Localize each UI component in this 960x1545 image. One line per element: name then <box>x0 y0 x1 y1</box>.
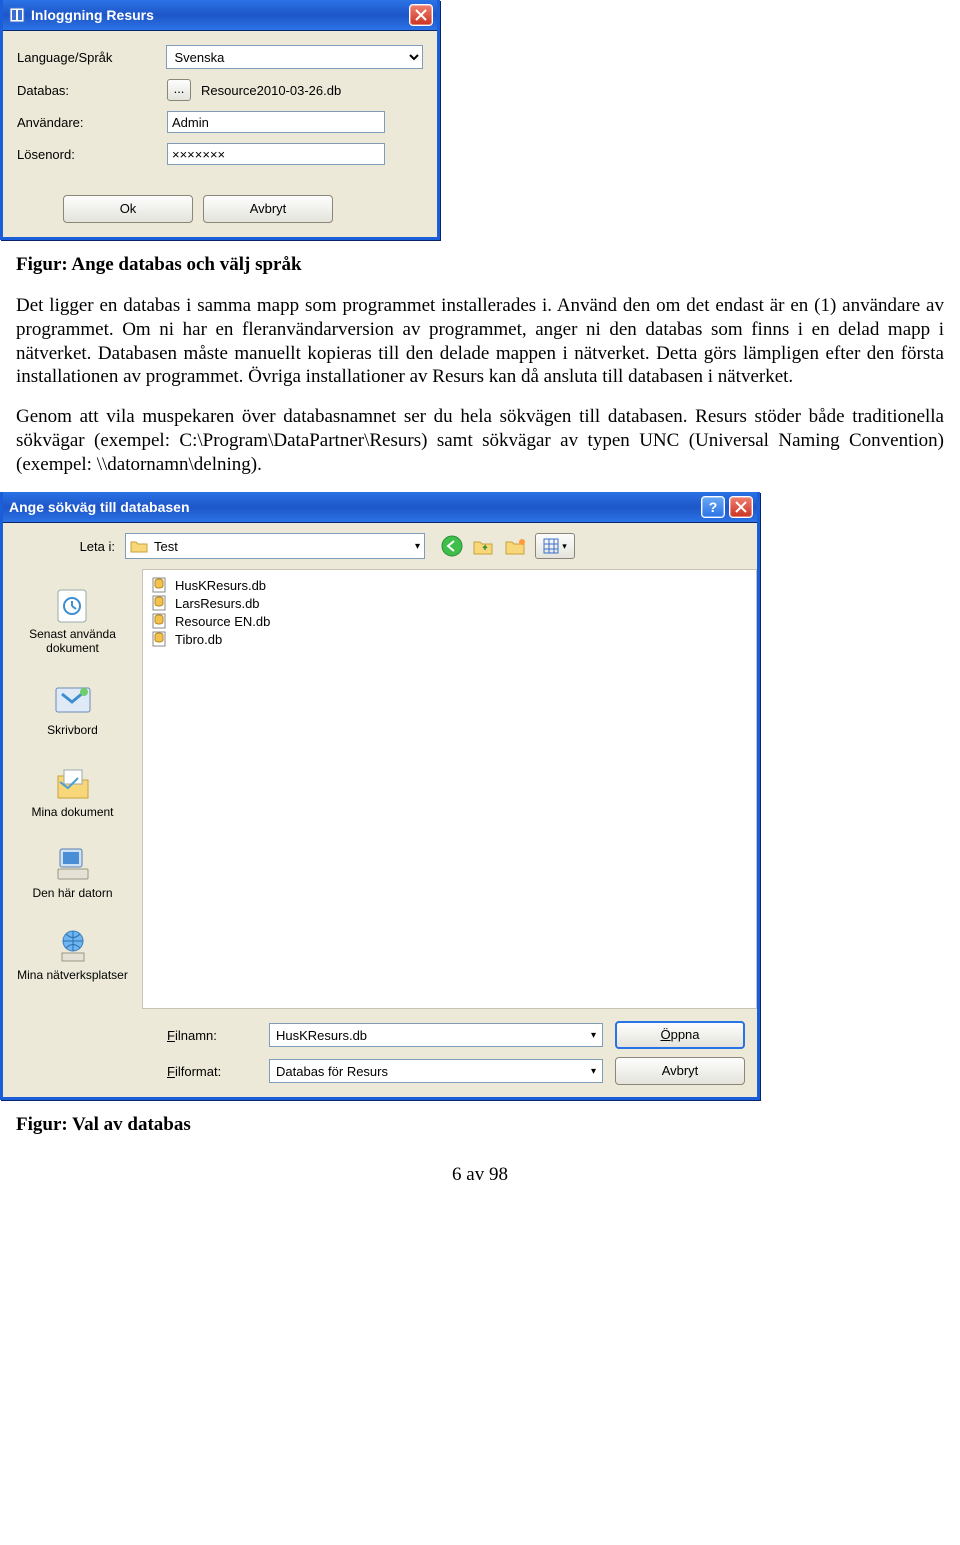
look-in-value: Test <box>154 539 409 554</box>
filetype-combo[interactable]: Databas för Resurs ▾ <box>269 1059 603 1083</box>
file-name: HusKResurs.db <box>175 578 266 593</box>
up-one-level-button[interactable] <box>471 533 497 559</box>
list-item[interactable]: Resource EN.db <box>151 612 748 630</box>
file-name: Resource EN.db <box>175 614 270 629</box>
open-cancel-button[interactable]: Avbryt <box>615 1057 745 1085</box>
help-button[interactable]: ? <box>701 496 725 518</box>
back-icon <box>441 535 463 557</box>
view-icon <box>543 538 559 554</box>
place-label: Skrivbord <box>47 724 98 738</box>
database-label: Databas: <box>17 83 167 98</box>
app-icon <box>9 7 25 23</box>
place-desktop[interactable]: Skrivbord <box>7 671 138 753</box>
open-title: Ange sökväg till databasen <box>9 499 697 515</box>
login-title: Inloggning Resurs <box>31 7 405 23</box>
places-bar: Senast använda dokument Skrivbord Mina d… <box>3 569 143 1009</box>
page-number: 6 av 98 <box>16 1164 944 1186</box>
language-select[interactable]: Svenska <box>166 45 424 69</box>
chevron-down-icon: ▾ <box>591 1066 596 1077</box>
filename-label: Filnamn: <box>167 1028 257 1043</box>
close-button[interactable] <box>409 4 433 26</box>
place-label: Senast använda dokument <box>10 628 135 656</box>
recent-documents-icon <box>52 584 94 626</box>
new-folder-button[interactable] <box>503 533 529 559</box>
network-places-icon <box>52 925 94 967</box>
language-label: Language/Språk <box>17 50 166 65</box>
login-dialog: Inloggning Resurs Language/Språk Svenska… <box>0 0 440 240</box>
chevron-down-icon: ▾ <box>591 1030 596 1041</box>
browse-db-button[interactable]: ... <box>167 79 191 101</box>
list-item[interactable]: Tibro.db <box>151 630 748 648</box>
help-icon: ? <box>709 499 718 515</box>
close-icon <box>735 501 747 513</box>
db-file-icon <box>151 595 169 611</box>
cancel-button[interactable]: Avbryt <box>203 195 333 223</box>
password-label: Lösenord: <box>17 147 167 162</box>
login-body: Language/Språk Svenska Databas: ... Reso… <box>3 31 437 185</box>
close-icon <box>415 9 427 21</box>
list-item[interactable]: HusKResurs.db <box>151 576 748 594</box>
my-documents-icon <box>52 762 94 804</box>
ok-button[interactable]: Ok <box>63 195 193 223</box>
filetype-value: Databas för Resurs <box>276 1064 388 1079</box>
paragraph-1: Det ligger en databas i samma mapp som p… <box>16 294 944 389</box>
place-label: Mina nätverksplatser <box>17 969 128 983</box>
place-mydocs[interactable]: Mina dokument <box>7 753 138 835</box>
open-close-button[interactable] <box>729 496 753 518</box>
look-in-combo[interactable]: Test ▾ <box>125 533 425 559</box>
list-item[interactable]: LarsResurs.db <box>151 594 748 612</box>
db-file-icon <box>151 631 169 647</box>
view-menu-button[interactable]: ▾ <box>535 533 575 559</box>
open-dialog: Ange sökväg till databasen ? Leta i: Tes… <box>0 492 760 1100</box>
back-button[interactable] <box>439 533 465 559</box>
filename-combo[interactable]: HusKResurs.db ▾ <box>269 1023 603 1047</box>
user-input[interactable] <box>167 111 385 133</box>
filetype-label: Filformat: <box>167 1064 257 1079</box>
figure-caption-2: Figur: Val av databas <box>16 1114 944 1136</box>
place-label: Den här datorn <box>32 887 112 901</box>
file-name: LarsResurs.db <box>175 596 260 611</box>
login-titlebar[interactable]: Inloggning Resurs <box>3 0 437 31</box>
open-toolbar: Leta i: Test ▾ ▾ <box>3 523 757 569</box>
login-button-row: Ok Avbryt <box>3 185 437 237</box>
place-computer[interactable]: Den här datorn <box>7 834 138 916</box>
user-label: Användare: <box>17 115 167 130</box>
db-file-icon <box>151 613 169 629</box>
place-recent[interactable]: Senast använda dokument <box>7 575 138 671</box>
look-in-label: Leta i: <box>15 539 115 554</box>
password-input[interactable] <box>167 143 385 165</box>
desktop-icon <box>52 680 94 722</box>
figure-caption-1: Figur: Ange databas och välj språk <box>16 254 944 276</box>
chevron-down-icon: ▾ <box>415 541 420 552</box>
folder-icon <box>130 538 148 554</box>
paragraph-2: Genom att vila muspekaren över databasna… <box>16 405 944 476</box>
db-file-icon <box>151 577 169 593</box>
open-titlebar[interactable]: Ange sökväg till databasen ? <box>3 492 757 523</box>
folder-up-icon <box>473 536 495 556</box>
open-button[interactable]: Öppna <box>615 1021 745 1049</box>
file-name: Tibro.db <box>175 632 222 647</box>
place-label: Mina dokument <box>31 806 113 820</box>
place-network[interactable]: Mina nätverksplatser <box>7 916 138 998</box>
my-computer-icon <box>52 843 94 885</box>
database-value: Resource2010-03-26.db <box>201 83 341 98</box>
open-bottom-panel: Filnamn: HusKResurs.db ▾ Öppna Filformat… <box>3 1009 757 1097</box>
file-list[interactable]: HusKResurs.db LarsResurs.db Resource EN.… <box>143 569 757 1009</box>
chevron-down-icon: ▾ <box>562 541 567 552</box>
new-folder-icon <box>505 536 527 556</box>
filename-value: HusKResurs.db <box>276 1028 367 1043</box>
